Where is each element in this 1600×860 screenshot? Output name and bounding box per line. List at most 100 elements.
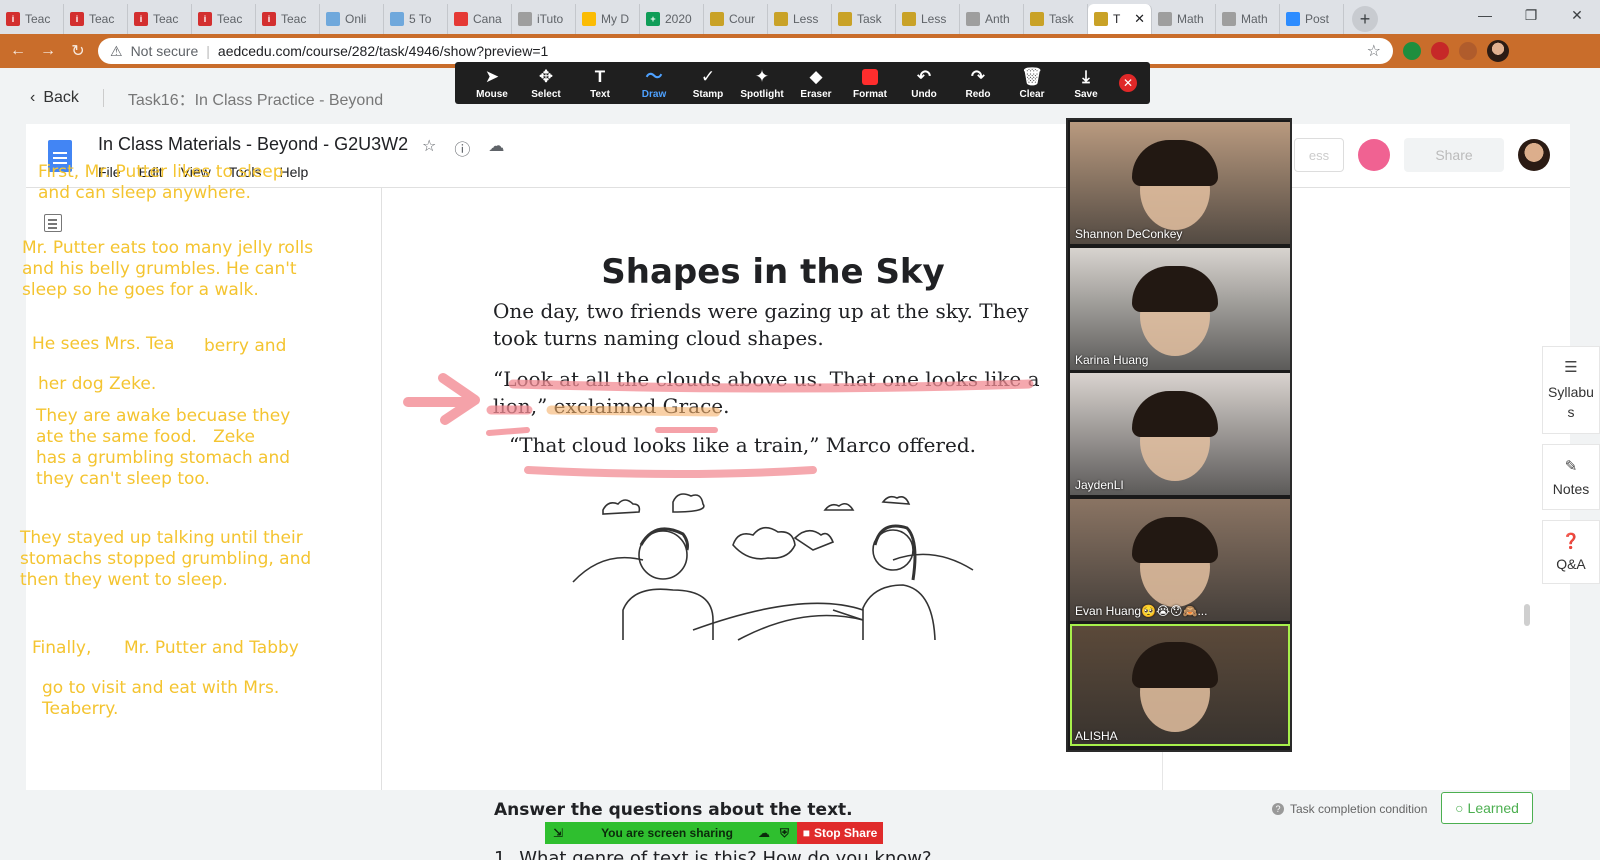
annotate-tool-stamp[interactable]: ✓ Stamp <box>681 62 735 104</box>
docs-menu-item[interactable]: Help <box>279 164 308 180</box>
browser-tab[interactable]: Math <box>1216 4 1280 34</box>
video-tile[interactable]: JaydenLI <box>1070 373 1290 496</box>
syllabus-button[interactable]: ☰ Syllabus <box>1542 346 1600 434</box>
document-title[interactable]: In Class Materials - Beyond - G2U3W2 <box>98 134 408 155</box>
learned-button[interactable]: ○ Learned <box>1441 792 1533 824</box>
new-tab-button[interactable]: + <box>1352 6 1378 32</box>
browser-tab[interactable]: Math <box>1152 4 1216 34</box>
document-page: Shapes in the Sky One day, two friends w… <box>383 188 1163 860</box>
note-5: They are awake becuase they ate the same… <box>36 406 291 489</box>
notes-button[interactable]: ✎ Notes <box>1542 444 1600 510</box>
tab-favicon-icon <box>902 12 916 26</box>
browser-tab[interactable]: Cour <box>704 4 768 34</box>
annotate-tool-select[interactable]: ✥ Select <box>519 62 573 104</box>
annotate-tool-draw[interactable]: 〜 Draw <box>627 62 681 104</box>
stop-share-button[interactable]: ■ Stop Share <box>797 822 883 844</box>
questions-heading: Answer the questions about the text. <box>494 800 853 820</box>
browser-tab[interactable]: My D <box>576 4 640 34</box>
extension-puzzle-icon[interactable] <box>1459 42 1477 60</box>
browser-tab[interactable]: 5 To <box>384 4 448 34</box>
browser-tab[interactable]: Less <box>768 4 832 34</box>
annotate-close-icon[interactable]: ✕ <box>1119 74 1137 92</box>
browser-tab[interactable]: +2020 <box>640 4 704 34</box>
back-arrow-icon[interactable]: ← <box>8 42 28 60</box>
browser-tab[interactable]: i Teac <box>128 4 192 34</box>
forward-arrow-icon[interactable]: → <box>38 42 58 60</box>
annotate-tool-eraser[interactable]: ◆ Eraser <box>789 62 843 104</box>
drag-handle-icon[interactable]: ⇲ <box>553 826 563 840</box>
annotate-tool-undo[interactable]: ↶ Undo <box>897 62 951 104</box>
tab-favicon-icon <box>454 12 468 26</box>
annotate-tool-mouse[interactable]: ➤ Mouse <box>465 62 519 104</box>
browser-tab[interactable]: i Teac <box>0 4 64 34</box>
tab-label: Anth <box>985 12 1010 26</box>
tab-favicon-icon <box>326 12 340 26</box>
annotate-tool-text[interactable]: T Text <box>573 62 627 104</box>
browser-tab[interactable]: Post <box>1280 4 1344 34</box>
task-completion-condition[interactable]: ? Task completion condition <box>1272 802 1427 816</box>
annotate-tool-label: Stamp <box>692 88 724 100</box>
annotate-tool-spotlight[interactable]: ✦ Spotlight <box>735 62 789 104</box>
browser-tab[interactable]: Task <box>1024 4 1088 34</box>
minimize-icon[interactable]: — <box>1462 0 1508 30</box>
select-icon: ✥ <box>538 66 554 86</box>
video-tile[interactable]: Karina Huang <box>1070 247 1290 370</box>
tab-close-icon[interactable]: ✕ <box>1134 11 1145 27</box>
stop-share-label: Stop Share <box>813 826 878 840</box>
warning-icon: ⚠ <box>110 42 123 59</box>
annotate-tool-label: Eraser <box>800 88 832 100</box>
user-avatar[interactable] <box>1518 139 1550 171</box>
browser-tab[interactable]: T ✕ <box>1088 4 1152 34</box>
share-button[interactable]: Share <box>1404 138 1504 172</box>
star-icon[interactable]: ☆ <box>422 136 436 160</box>
video-tile[interactable]: Shannon DeConkey <box>1070 122 1290 244</box>
lms-page: ‹ Back Task16：In Class Practice - Beyond… <box>0 68 1600 860</box>
collaborator-avatar[interactable] <box>1358 139 1390 171</box>
stop-square-icon: ■ <box>802 826 810 840</box>
qa-button[interactable]: ❓ Q&A <box>1542 520 1600 584</box>
browser-tab[interactable]: i Teac <box>64 4 128 34</box>
browser-tab[interactable]: iTuto <box>512 4 576 34</box>
browser-tab[interactable]: i Teac <box>256 4 320 34</box>
extension-ublock-icon[interactable] <box>1431 42 1449 60</box>
info-icon[interactable]: ⓘ <box>454 136 470 160</box>
annotate-tool-label: Select <box>531 88 561 100</box>
browser-tab[interactable]: i Teac <box>192 4 256 34</box>
annotate-tool-format[interactable]: Format <box>843 62 897 104</box>
clear-icon: 🗑 <box>1021 66 1043 86</box>
browser-tab[interactable]: Anth <box>960 4 1024 34</box>
scrollbar-thumb[interactable] <box>1524 604 1530 626</box>
format-color-swatch <box>862 68 878 85</box>
document-outline-icon[interactable] <box>44 214 62 232</box>
tab-label: Math <box>1241 12 1268 26</box>
annotate-tool-save[interactable]: ⤓ Save <box>1059 62 1113 104</box>
tab-favicon-icon <box>1286 12 1300 26</box>
browser-tab[interactable]: Task <box>832 4 896 34</box>
close-window-icon[interactable]: ✕ <box>1554 0 1600 30</box>
address-bar[interactable]: ⚠ Not secure | aedcedu.com/course/282/ta… <box>98 38 1393 64</box>
cloud-icon[interactable]: ☁ <box>488 136 504 160</box>
annotate-tool-redo[interactable]: ↷ Redo <box>951 62 1005 104</box>
participant-name: JaydenLI <box>1075 478 1124 493</box>
browser-tab[interactable]: Cana <box>448 4 512 34</box>
sharing-status[interactable]: ⇲ You are screen sharing ☁ ⛨ <box>545 822 797 844</box>
bookmark-star-icon[interactable]: ☆ <box>1367 41 1381 61</box>
video-tile[interactable]: Evan Huang🥺😭😯🙈... <box>1070 498 1290 621</box>
faded-button[interactable]: ess <box>1294 138 1344 172</box>
undo-icon: ↶ <box>916 66 932 86</box>
screen-sharing-bar: ⇲ You are screen sharing ☁ ⛨ ■ Stop Shar… <box>545 822 883 844</box>
browser-tab[interactable]: Less <box>896 4 960 34</box>
back-link[interactable]: Back <box>43 89 79 107</box>
chevron-left-icon[interactable]: ‹ <box>30 89 35 107</box>
video-tile[interactable]: ALISHA <box>1070 624 1290 747</box>
tab-label: iTuto <box>537 12 564 26</box>
extension-green-icon[interactable] <box>1403 42 1421 60</box>
underline-stroke-3 <box>524 466 817 478</box>
browser-profile-avatar[interactable] <box>1487 40 1509 62</box>
annotate-tool-clear[interactable]: 🗑 Clear <box>1005 62 1059 104</box>
url-text[interactable]: aedcedu.com/course/282/task/4946/show?pr… <box>218 43 548 59</box>
browser-tab[interactable]: Onli <box>320 4 384 34</box>
restore-icon[interactable]: ❐ <box>1508 0 1554 30</box>
reload-icon[interactable]: ↻ <box>68 41 88 61</box>
tab-favicon-icon <box>1094 12 1108 26</box>
